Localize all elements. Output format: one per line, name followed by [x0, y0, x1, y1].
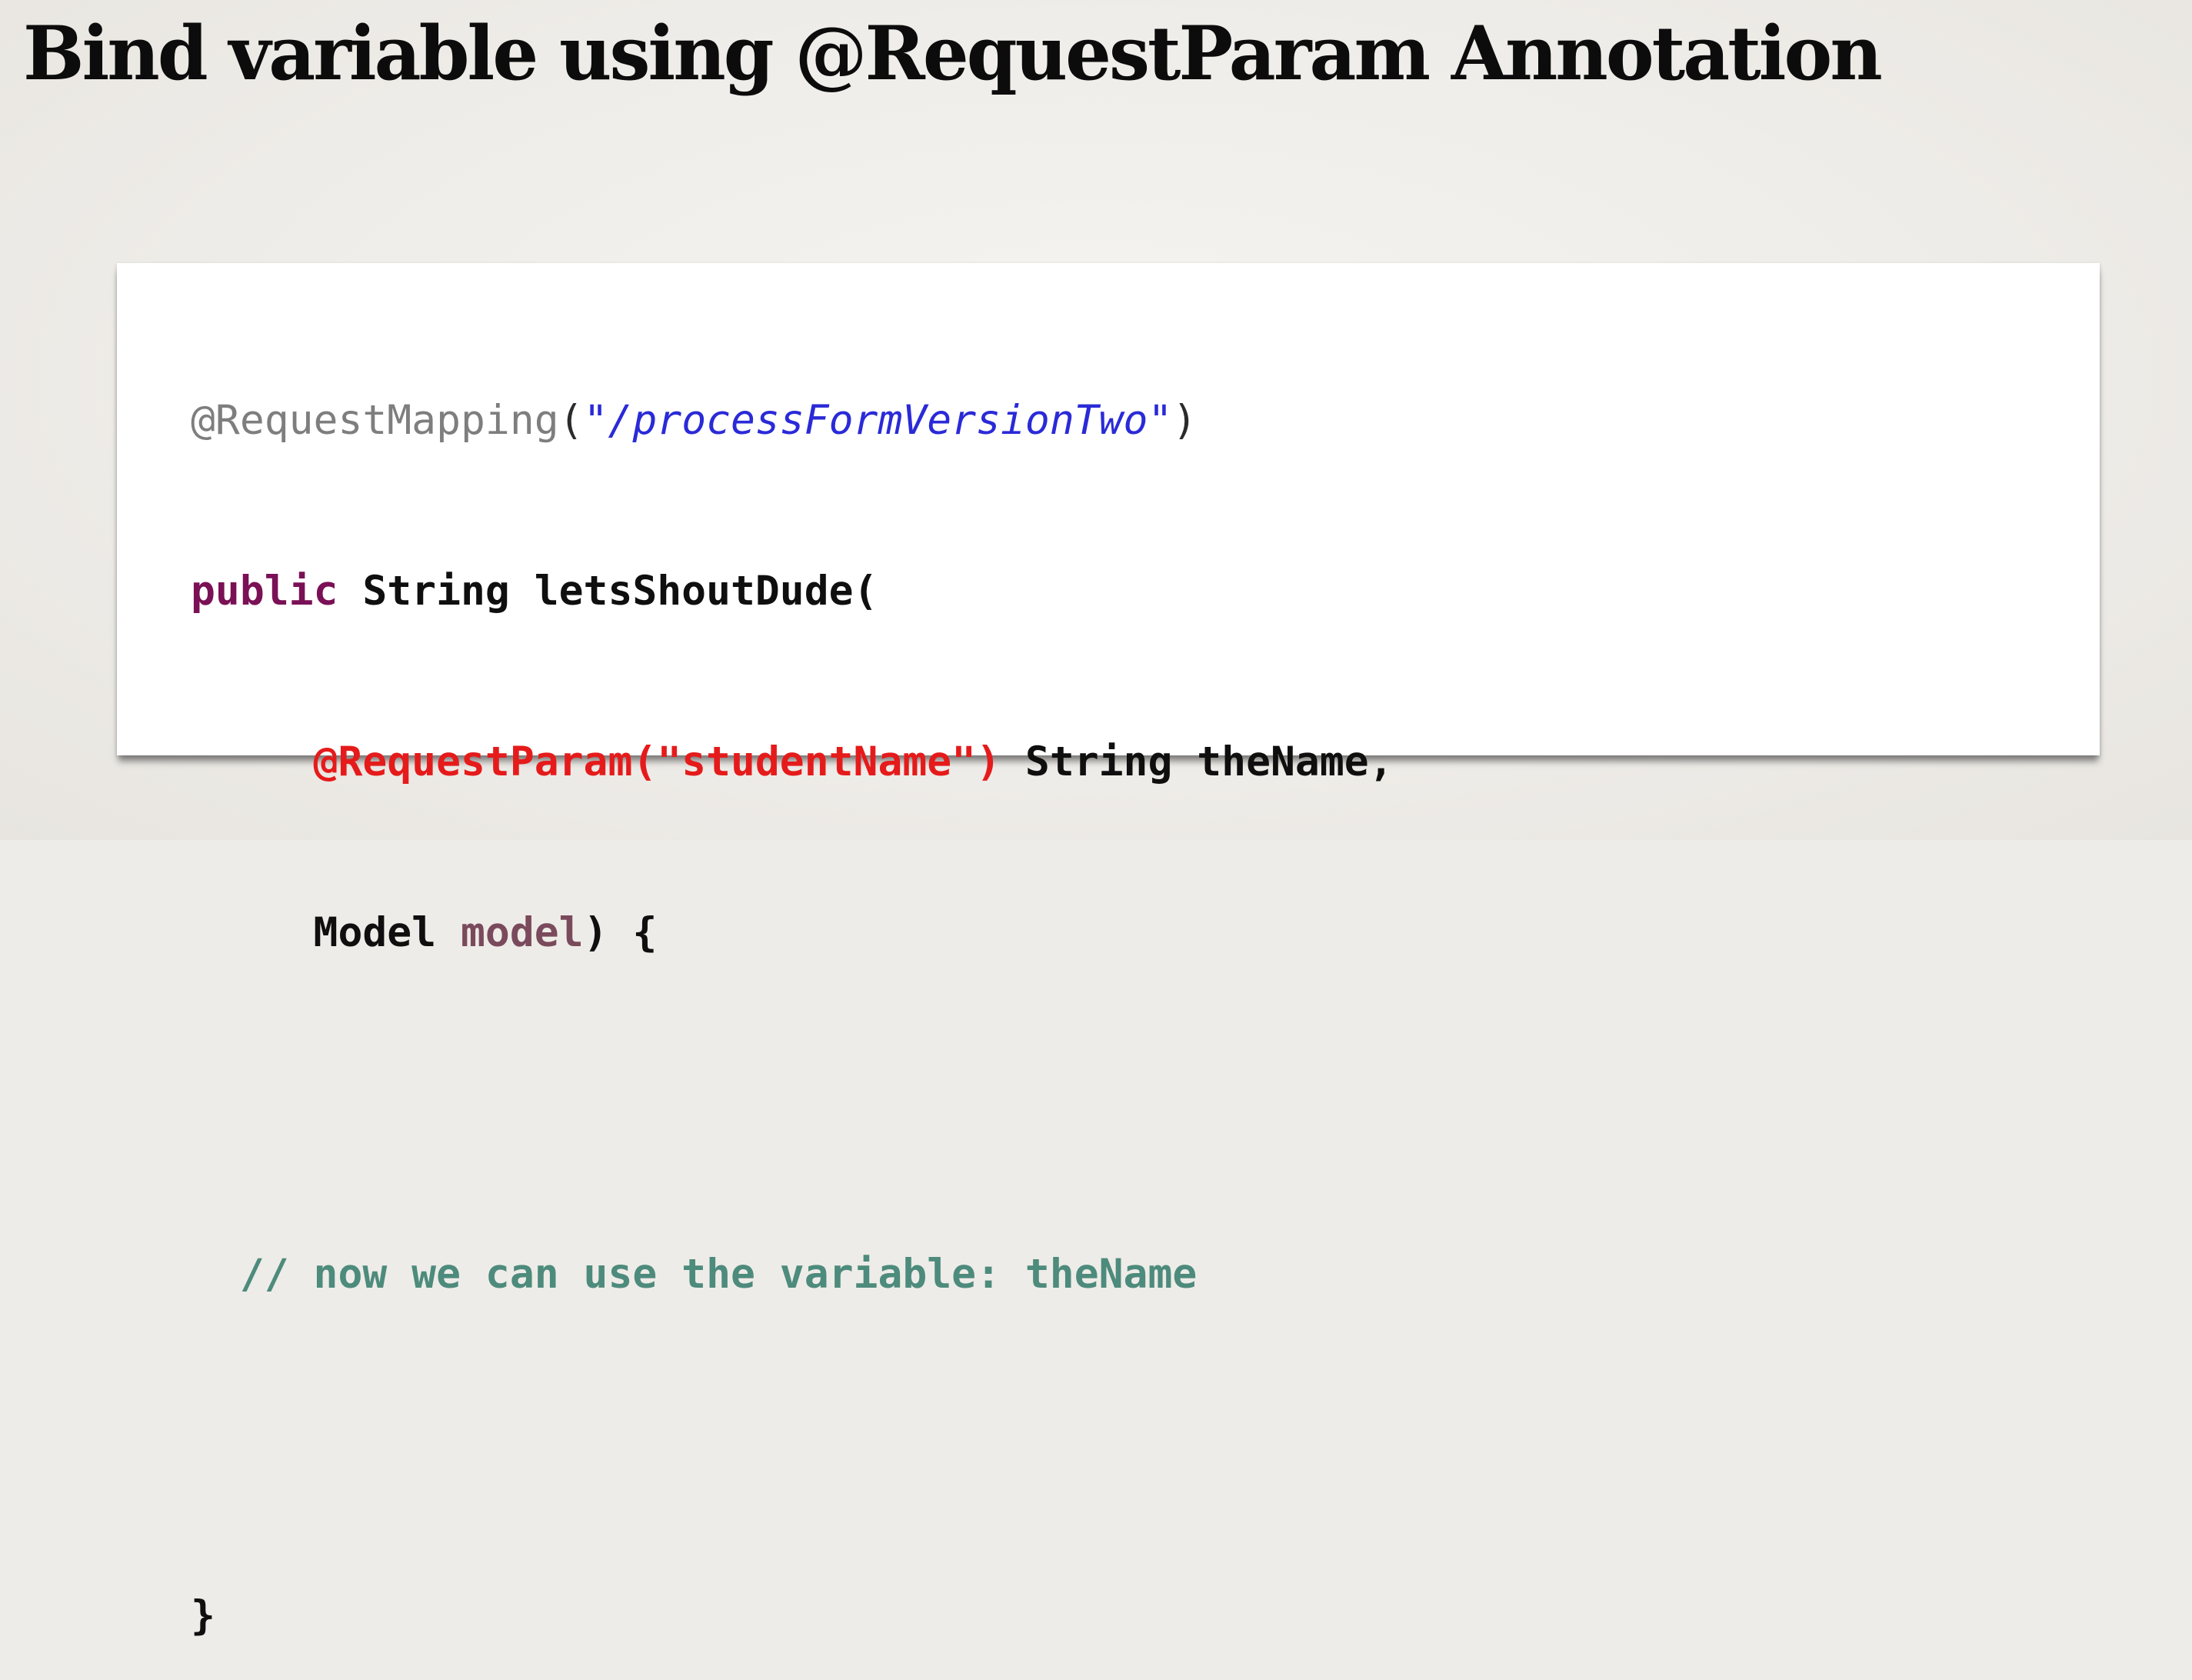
code-line-method-signature: public String letsShoutDude(: [191, 563, 1394, 620]
open-brace: ) {: [583, 909, 658, 956]
code-snippet-card: @RequestMapping("/processFormVersionTwo"…: [117, 263, 2100, 1639]
request-param-annotation: @RequestParam("studentName"): [313, 738, 1001, 785]
closing-brace: }: [191, 1592, 215, 1639]
public-keyword: public: [191, 568, 338, 615]
request-mapping-open-paren: (: [558, 397, 584, 444]
code-line-model-param: Model model) {: [191, 905, 1394, 962]
code-line-comment: // now we can use the variable: theName: [191, 1246, 1394, 1303]
slide-title: Bind variable using @RequestParam Annota…: [23, 10, 1883, 97]
code-comment: // now we can use the variable: theName: [191, 1251, 1198, 1298]
param-declaration: String theName,: [1001, 738, 1394, 785]
model-variable: model: [461, 909, 584, 956]
code-line-request-param: @RequestParam("studentName") String theN…: [191, 734, 1394, 791]
code-line-closing-brace: }: [191, 1588, 1394, 1645]
model-type: Model: [313, 909, 461, 956]
request-mapping-close-paren: ): [1172, 397, 1198, 444]
request-mapping-path-string: "/processFormVersionTwo": [583, 397, 1173, 444]
request-mapping-annotation: @RequestMapping: [191, 397, 559, 444]
method-signature: String letsShoutDude(: [338, 568, 878, 615]
code-block: @RequestMapping("/processFormVersionTwo"…: [191, 278, 1394, 1680]
code-line-request-mapping: @RequestMapping("/processFormVersionTwo"…: [191, 392, 1394, 449]
